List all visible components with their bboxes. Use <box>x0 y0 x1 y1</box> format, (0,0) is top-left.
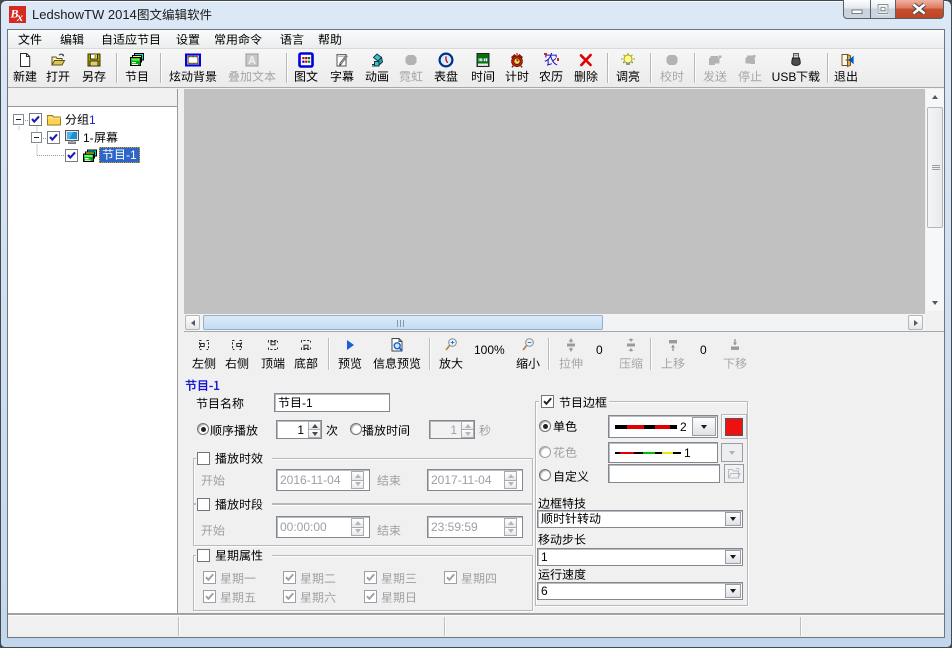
svg-text:x: x <box>16 10 23 23</box>
